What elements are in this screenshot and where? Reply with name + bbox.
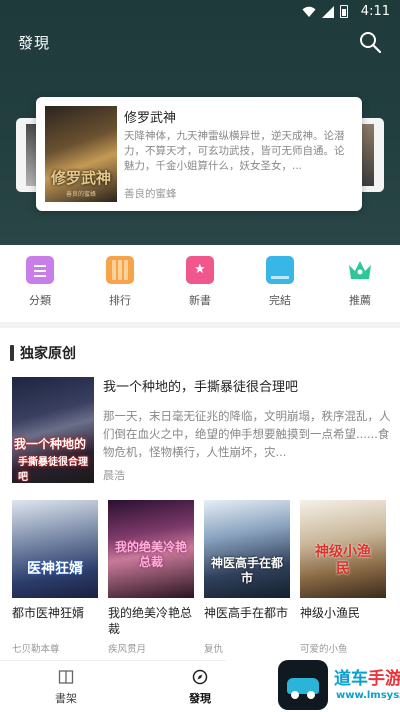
grid-book-author: 可爱的小鱼 bbox=[300, 644, 348, 655]
featured-book-title[interactable]: 我一个种地的，手撕暴徒很合理吧 bbox=[103, 376, 298, 395]
nav-bookshelf[interactable]: 書架 bbox=[36, 669, 96, 706]
book-description: 天降神体，九天神雷纵横异世，逆天成神。论潜力，不算天才，可玄功武技，皆可无师自通… bbox=[124, 130, 345, 172]
cover-title: 我的绝美冷艳总裁 bbox=[114, 540, 187, 569]
book-grid: 医神狂婿 都市医神狂婿 七贝勒本尊 我的绝美冷艳总裁 我的绝美冷艳总裁 疾风贯月… bbox=[12, 500, 392, 655]
section-divider bbox=[0, 322, 400, 328]
watermark-text-a: 道车 bbox=[334, 669, 368, 689]
grid-book-title: 神级小渔民 bbox=[300, 606, 361, 620]
watermark: 道车手游网 www.lmsysz.com bbox=[226, 658, 400, 712]
status-time: 4:11 bbox=[360, 4, 390, 19]
grid-book-item[interactable]: 神医高手在都市 神医高手在都市 复仇 bbox=[204, 500, 290, 655]
watermark-text-b: 手游网 bbox=[368, 669, 400, 689]
cover-title: 医神狂婿 bbox=[27, 561, 83, 577]
app-screen: 4:11 發現 修罗武神 善良的蜜蜂 修罗武神 天降神体，九天神雷纵横异世，逆天… bbox=[0, 0, 400, 712]
carousel-featured-card[interactable]: 修罗武神 善良的蜜蜂 修罗武神 天降神体，九天神雷纵横异世，逆天成神。论潜力，不… bbox=[36, 97, 362, 211]
status-bar: 4:11 bbox=[0, 0, 400, 24]
category-label: 排行 bbox=[109, 294, 131, 307]
battery-icon bbox=[340, 5, 348, 18]
grid-book-author: 七贝勒本尊 bbox=[12, 644, 60, 655]
book-cover: 修罗武神 善良的蜜蜂 bbox=[45, 106, 117, 202]
grid-book-author: 疾风贯月 bbox=[108, 644, 147, 655]
nav-label: 書架 bbox=[55, 692, 77, 705]
featured-book-description: 那一天，末日毫无征兆的降临，文明崩塌，秩序混乱，人们倒在血火之中，绝望的伸手想要… bbox=[103, 409, 391, 459]
cover-title-line1: 我一个种地的 bbox=[14, 437, 87, 451]
book-cover: 我的绝美冷艳总裁 bbox=[108, 500, 194, 598]
bookshelf-icon bbox=[58, 670, 74, 684]
watermark-url: www.lmsysz.com bbox=[336, 690, 400, 701]
featured-book-cover[interactable]: 我一个种地的 手撕暴徒很合理吧 bbox=[12, 377, 94, 483]
cover-author: 善良的蜜蜂 bbox=[65, 191, 96, 198]
category-item-recommend[interactable]: 推薦 bbox=[320, 256, 400, 310]
ranking-icon bbox=[106, 256, 134, 284]
book-cover: 神级小渔民 bbox=[300, 500, 386, 598]
page-title: 發現 bbox=[18, 34, 51, 52]
signal-icon bbox=[322, 5, 334, 18]
category-label: 完結 bbox=[269, 294, 291, 307]
category-label: 分類 bbox=[29, 294, 51, 307]
watermark-logo bbox=[278, 660, 328, 710]
category-item-classify[interactable]: 分類 bbox=[0, 256, 80, 310]
grid-book-title: 神医高手在都市 bbox=[204, 606, 289, 620]
nav-discover[interactable]: 發現 bbox=[170, 669, 230, 706]
category-row: 分類 排行 ★ 新書 完結 推薦 bbox=[0, 256, 400, 310]
completed-icon bbox=[266, 256, 294, 284]
grid-book-item[interactable]: 我的绝美冷艳总裁 我的绝美冷艳总裁 疾风贯月 bbox=[108, 500, 194, 655]
category-label: 新書 bbox=[189, 294, 211, 307]
book-title: 修罗武神 bbox=[124, 111, 177, 126]
grid-book-title: 我的绝美冷艳总裁 bbox=[108, 606, 193, 636]
grid-book-item[interactable]: 医神狂婿 都市医神狂婿 七贝勒本尊 bbox=[12, 500, 98, 655]
section-title: 独家原创 bbox=[20, 346, 76, 362]
category-item-new-books[interactable]: ★ 新書 bbox=[160, 256, 240, 310]
category-item-completed[interactable]: 完結 bbox=[240, 256, 320, 310]
cover-title: 神级小渔民 bbox=[315, 544, 371, 577]
category-icon bbox=[26, 256, 54, 284]
cover-title: 神医高手在都市 bbox=[210, 556, 283, 585]
discover-hero: 4:11 發現 修罗武神 善良的蜜蜂 修罗武神 天降神体，九天神雷纵横异世，逆天… bbox=[0, 0, 400, 245]
book-author: 善良的蜜蜂 bbox=[124, 188, 177, 200]
book-cover: 医神狂婿 bbox=[12, 500, 98, 598]
section-header: 独家原创 bbox=[10, 343, 76, 363]
new-book-icon: ★ bbox=[186, 256, 214, 284]
nav-label: 發現 bbox=[189, 692, 211, 705]
status-icons bbox=[302, 5, 348, 18]
category-item-ranking[interactable]: 排行 bbox=[80, 256, 160, 310]
wifi-icon bbox=[302, 6, 316, 17]
featured-book-author: 晨浩 bbox=[103, 469, 125, 482]
grid-book-author: 复仇 bbox=[204, 644, 224, 655]
book-cover: 神医高手在都市 bbox=[204, 500, 290, 598]
watermark-text: 道车手游网 bbox=[334, 664, 400, 689]
section-marker bbox=[10, 345, 14, 361]
discover-icon bbox=[192, 669, 208, 685]
search-icon[interactable] bbox=[358, 30, 382, 54]
category-label: 推薦 bbox=[349, 294, 371, 307]
grid-book-item[interactable]: 神级小渔民 神级小渔民 可爱的小鱼 bbox=[300, 500, 386, 655]
recommend-crown-icon bbox=[349, 261, 371, 279]
cover-title: 修罗武神 bbox=[50, 169, 111, 187]
grid-book-title: 都市医神狂婿 bbox=[12, 606, 85, 620]
cover-title-line2: 手撕暴徒很合理吧 bbox=[18, 457, 88, 483]
